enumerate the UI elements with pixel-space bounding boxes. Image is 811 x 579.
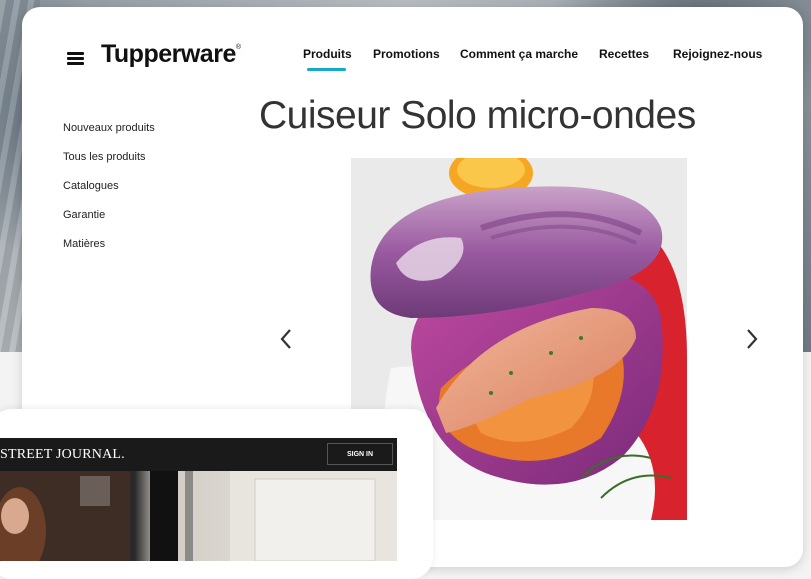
carousel-prev-button[interactable] bbox=[276, 324, 298, 354]
wsj-header-bar: STREET JOURNAL. SIGN IN bbox=[0, 438, 397, 471]
nav-comment-ca-marche[interactable]: Comment ça marche bbox=[460, 47, 578, 61]
sidebar-item-matieres[interactable]: Matières bbox=[63, 238, 105, 250]
chevron-right-icon bbox=[747, 329, 758, 349]
nav-recettes[interactable]: Recettes bbox=[599, 47, 649, 61]
sidebar-item-nouveaux-produits[interactable]: Nouveaux produits bbox=[63, 122, 155, 134]
sign-in-button[interactable]: SIGN IN bbox=[327, 443, 393, 465]
hamburger-menu-icon[interactable] bbox=[67, 52, 84, 65]
carousel-next-button[interactable] bbox=[740, 324, 762, 354]
product-title: Cuiseur Solo micro-ondes bbox=[259, 94, 696, 137]
tupperware-logo[interactable]: Tupperware® bbox=[101, 40, 241, 69]
nav-promotions[interactable]: Promotions bbox=[373, 47, 440, 61]
wsj-preview-card[interactable]: STREET JOURNAL. SIGN IN bbox=[0, 409, 433, 579]
sidebar-item-tous-les-produits[interactable]: Tous les produits bbox=[63, 151, 146, 163]
nav-rejoignez-nous[interactable]: Rejoignez-nous bbox=[673, 47, 762, 61]
chevron-left-icon bbox=[280, 329, 291, 349]
wsj-masthead: STREET JOURNAL. bbox=[0, 447, 125, 462]
sidebar-item-catalogues[interactable]: Catalogues bbox=[63, 180, 119, 192]
active-nav-indicator bbox=[307, 68, 346, 71]
nav-produits[interactable]: Produits bbox=[303, 47, 352, 61]
sidebar-item-garantie[interactable]: Garantie bbox=[63, 209, 105, 221]
wsj-article-photo bbox=[0, 471, 397, 561]
